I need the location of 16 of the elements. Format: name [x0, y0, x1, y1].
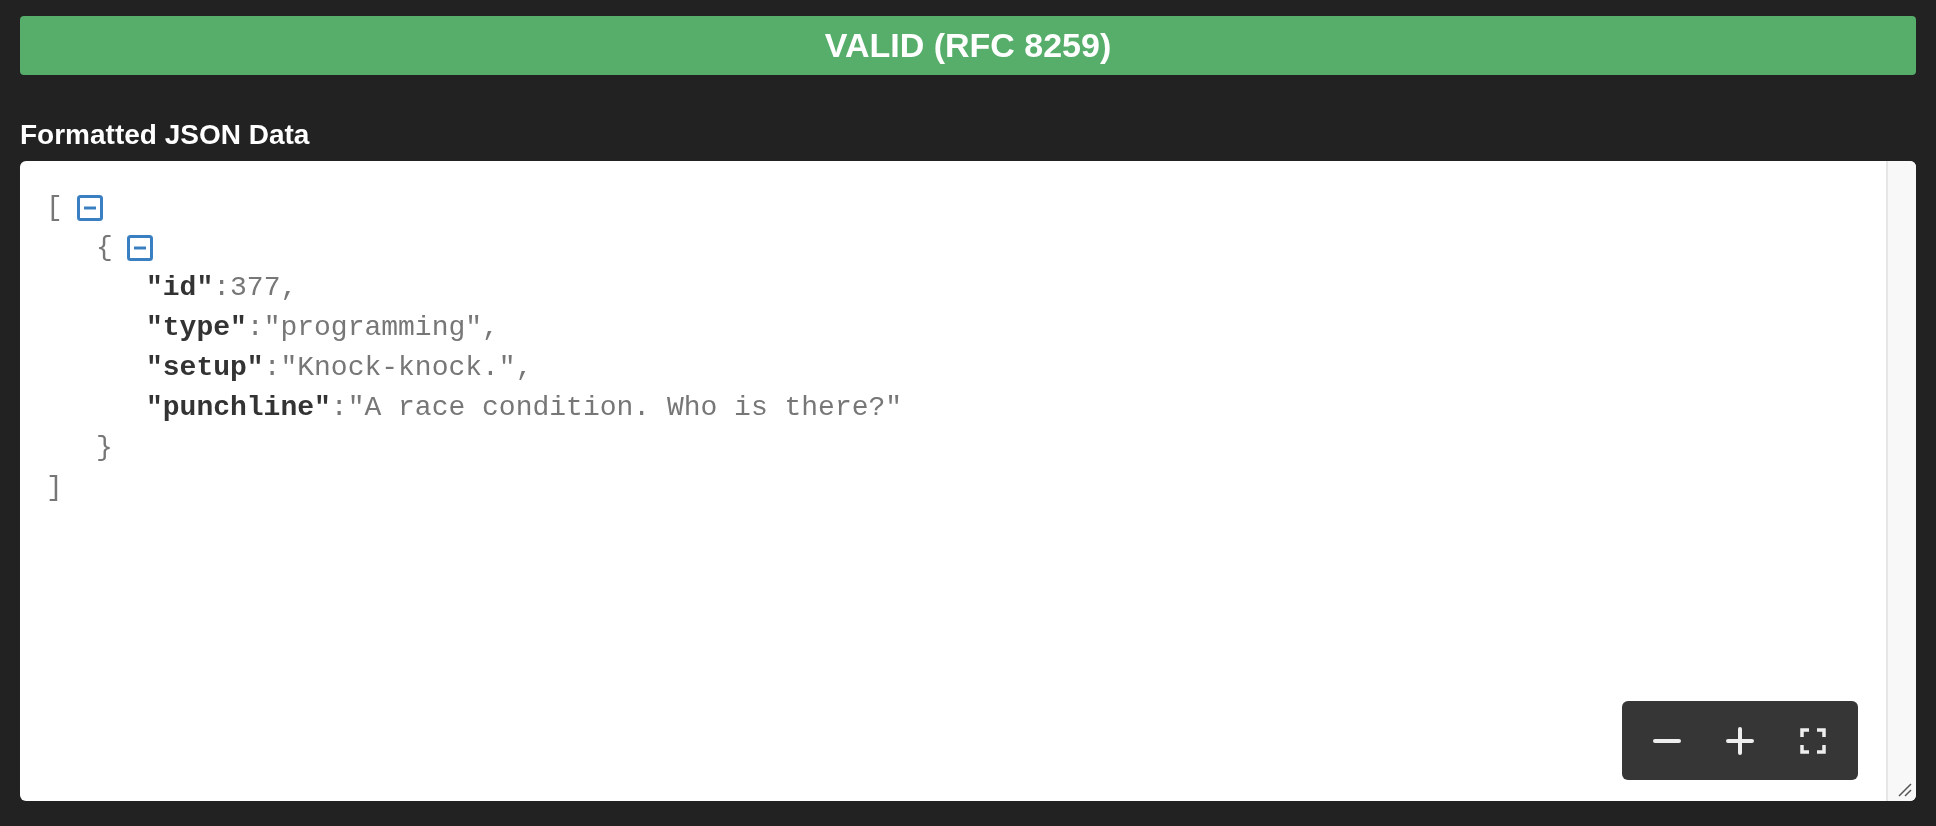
collapse-icon[interactable]	[76, 195, 103, 221]
code-line: }	[96, 431, 113, 465]
code-line: "type":"programming",	[146, 311, 499, 345]
code-line: {	[96, 231, 113, 265]
code-line: [	[46, 191, 63, 225]
code-line: "punchline":"A race condition. Who is there?"	[146, 391, 903, 425]
section-heading: Formatted JSON Data	[20, 118, 310, 152]
zoom-out-icon	[1651, 737, 1682, 744]
code-line: "setup":"Knock-knock.",	[146, 351, 533, 385]
code-line: ]	[46, 471, 63, 505]
status-banner: VALID (RFC 8259)	[20, 16, 1916, 75]
fullscreen-icon	[1798, 725, 1829, 756]
zoom-in-icon	[1725, 725, 1755, 756]
collapse-icon[interactable]	[126, 235, 153, 261]
resize-handle-icon[interactable]	[1898, 783, 1912, 797]
code-line: "id":377,	[146, 271, 298, 305]
